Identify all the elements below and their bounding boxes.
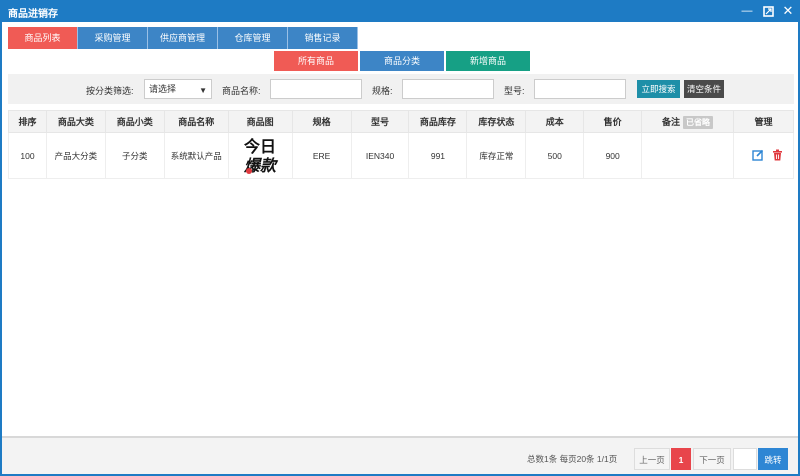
- prev-page-button[interactable]: 上一页: [634, 448, 670, 470]
- col-cost: 成本: [525, 110, 585, 133]
- clear-button[interactable]: 清空条件: [684, 80, 724, 98]
- col-image: 商品图: [227, 110, 293, 133]
- remark-header-label: 备注: [662, 116, 681, 127]
- app-window: 商品进销存 — ✕ 商品列表 采购管理 供应商管理 仓库管理 销售记录 所有商品…: [0, 0, 800, 476]
- categories-button[interactable]: 商品分类: [360, 51, 444, 71]
- spec-label: 规格:: [372, 86, 393, 96]
- col-stock: 商品库存: [408, 110, 468, 133]
- sub-tabs: 所有商品 商品分类 新增商品: [274, 51, 530, 71]
- col-major-category: 商品大类: [45, 110, 106, 133]
- cell-model: IEN340: [350, 132, 410, 179]
- category-select[interactable]: 请选择 ▼: [144, 79, 212, 99]
- tab-product-list[interactable]: 商品列表: [8, 27, 78, 49]
- close-icon[interactable]: ✕: [781, 4, 795, 18]
- product-image-text-top: 今日: [243, 137, 276, 156]
- name-input[interactable]: [270, 79, 362, 99]
- window-title: 商品进销存: [8, 9, 58, 20]
- col-remark: 备注 已省略: [641, 110, 734, 133]
- current-page-button[interactable]: 1: [671, 448, 691, 470]
- cell-order: 100: [8, 132, 47, 179]
- title-bar[interactable]: 商品进销存 — ✕: [0, 0, 800, 22]
- all-products-button[interactable]: 所有商品: [274, 51, 358, 71]
- chevron-down-icon: ▼: [199, 86, 207, 95]
- cell-spec: ERE: [291, 132, 352, 179]
- cell-image: 今日 爆款: [227, 132, 293, 179]
- remark-omitted-badge: 已省略: [683, 115, 714, 129]
- filter-bar: 按分类筛选: 请选择 ▼ 商品名称: 规格: 型号: 立即搜索 清空条件: [8, 74, 794, 104]
- col-manage: 管理: [732, 110, 795, 133]
- search-button[interactable]: 立即搜索: [637, 80, 680, 98]
- pagination-bar: 总数1条 每页20条 1/1页 上一页 1 下一页 跳转: [2, 436, 798, 474]
- main-tabs: 商品列表 采购管理 供应商管理 仓库管理 销售记录: [8, 27, 358, 49]
- cell-stock: 991: [408, 132, 468, 179]
- category-filter-label: 按分类筛选:: [86, 86, 134, 96]
- spec-input[interactable]: [402, 79, 494, 99]
- table-header-row: 排序 商品大类 商品小类 商品名称 商品图 规格 型号 商品库存 库存状态 成本…: [8, 110, 795, 133]
- delete-icon[interactable]: [772, 149, 783, 163]
- tab-purchase[interactable]: 采购管理: [78, 27, 148, 49]
- page-jump-input[interactable]: [733, 448, 757, 470]
- col-price: 售价: [583, 110, 643, 133]
- cell-stock-status: 库存正常: [466, 132, 527, 179]
- tab-sales[interactable]: 销售记录: [288, 27, 358, 49]
- table-row[interactable]: 100 产品大分类 子分类 系统默认产品 今日 爆款 ERE IEN340 99…: [8, 132, 795, 179]
- edit-icon[interactable]: [751, 149, 764, 163]
- cell-manage: [732, 132, 795, 179]
- cell-remark: [641, 132, 734, 179]
- col-order: 排序: [8, 110, 47, 133]
- col-minor-category: 商品小类: [104, 110, 165, 133]
- minimize-icon[interactable]: —: [740, 4, 754, 18]
- category-select-value: 请选择: [149, 84, 177, 94]
- cell-major-category: 产品大分类: [45, 132, 106, 179]
- next-page-button[interactable]: 下一页: [693, 448, 731, 470]
- pagination-summary: 总数1条 每页20条 1/1页: [527, 454, 618, 464]
- tab-warehouse[interactable]: 仓库管理: [218, 27, 288, 49]
- name-label: 商品名称:: [222, 86, 261, 96]
- col-name: 商品名称: [163, 110, 229, 133]
- cell-name: 系统默认产品: [163, 132, 229, 179]
- col-spec: 规格: [291, 110, 352, 133]
- product-table: 排序 商品大类 商品小类 商品名称 商品图 规格 型号 商品库存 库存状态 成本…: [8, 110, 795, 179]
- main-content: 商品列表 采购管理 供应商管理 仓库管理 销售记录 所有商品 商品分类 新增商品…: [2, 22, 798, 474]
- cell-minor-category: 子分类: [104, 132, 165, 179]
- tab-supplier[interactable]: 供应商管理: [148, 27, 218, 49]
- jump-button[interactable]: 跳转: [758, 448, 788, 470]
- model-input[interactable]: [534, 79, 626, 99]
- cell-cost: 500: [525, 132, 585, 179]
- product-image[interactable]: 今日 爆款: [236, 135, 284, 175]
- model-label: 型号:: [504, 86, 525, 96]
- col-stock-status: 库存状态: [466, 110, 527, 133]
- maximize-icon[interactable]: [761, 4, 775, 18]
- add-product-button[interactable]: 新增商品: [446, 51, 530, 71]
- col-model: 型号: [350, 110, 410, 133]
- cell-price: 900: [583, 132, 643, 179]
